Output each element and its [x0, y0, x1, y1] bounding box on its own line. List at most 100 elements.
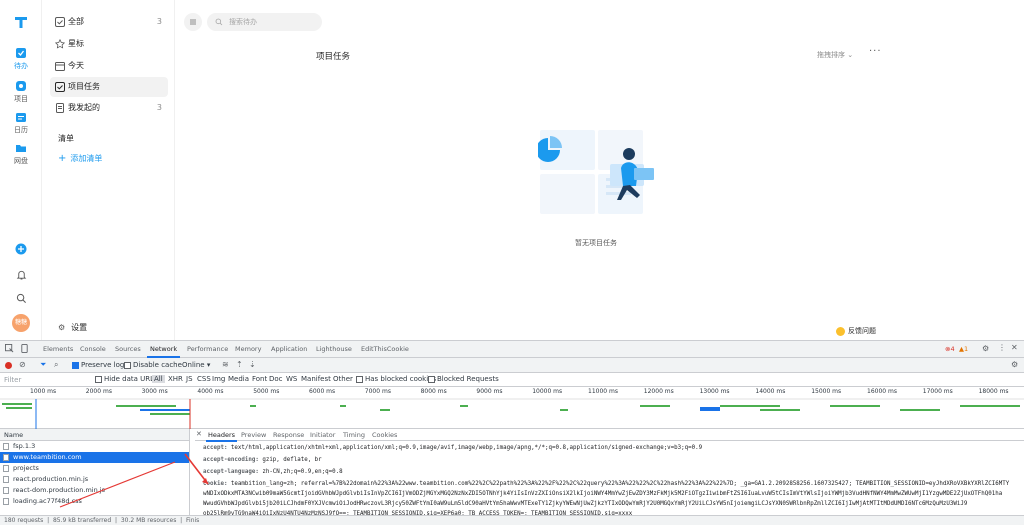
record-icon[interactable] — [5, 362, 12, 369]
star-icon — [55, 39, 65, 49]
wifi-icon[interactable]: ≋ — [222, 360, 229, 369]
rail-item-label: 网盘 — [14, 157, 28, 165]
disable-cache-checkbox[interactable]: Disable cache — [124, 361, 182, 369]
request-detail: ✕ Headers Preview Response Initiator Tim… — [195, 429, 1024, 517]
gear-icon: ⚙ — [58, 323, 66, 332]
rail-item-calendar[interactable]: 日历 — [0, 111, 42, 135]
empty-state-text: 暂无项目任务 — [575, 239, 617, 247]
tab-initiator[interactable]: Initiator — [310, 431, 335, 439]
rail-item-todo[interactable]: 待办 — [0, 44, 42, 74]
filter-icon[interactable]: ⏷ — [40, 360, 46, 370]
item-count: 3 — [156, 17, 162, 26]
devtools-settings-icon[interactable]: ⚙ — [982, 344, 989, 353]
error-count[interactable]: ⊗4 — [945, 345, 955, 353]
type-font[interactable]: Font — [252, 375, 267, 383]
upload-icon[interactable]: ⇡ — [236, 360, 243, 369]
add-list-button[interactable]: + 添加清单 — [58, 153, 102, 164]
sort-dropdown[interactable]: 拖拽排序 ⌄ — [817, 50, 853, 60]
tab-editthiscookie[interactable]: EditThisCookie — [361, 345, 409, 353]
tab-lighthouse[interactable]: Lighthouse — [316, 345, 352, 353]
page-title: 项目任务 — [316, 52, 351, 62]
sidebar-item-label: 全部 — [68, 17, 84, 26]
resources-size: 30.2 MB resources — [120, 517, 177, 524]
plus-icon: + — [58, 153, 67, 164]
settings-button[interactable]: ⚙ 设置 — [58, 322, 87, 333]
tab-application[interactable]: Application — [271, 345, 307, 353]
sidebar-item-today[interactable]: 今天 — [50, 56, 168, 76]
sidebar-item-created-by-me[interactable]: 我发起的 3 — [50, 98, 168, 118]
rail-item-project[interactable]: 项目 — [0, 80, 42, 104]
notifications-button[interactable] — [0, 265, 42, 284]
close-icon[interactable]: ✕ — [1011, 343, 1018, 352]
tab-memory[interactable]: Memory — [235, 345, 261, 353]
empty-state-illustration — [538, 130, 654, 214]
devtools-more-icon[interactable]: ⋮ — [998, 343, 1006, 352]
type-ws[interactable]: WS — [286, 375, 297, 383]
sidebar-item-all[interactable]: 全部 3 — [50, 12, 168, 32]
calendar-icon — [16, 113, 26, 122]
network-overview[interactable]: 1000 ms 2000 ms 3000 ms 4000 ms 5000 ms 6000 … — [0, 387, 1024, 429]
request-count: 180 requests — [4, 517, 44, 524]
clear-icon[interactable]: ⊘ — [19, 360, 26, 369]
tab-performance[interactable]: Performance — [187, 345, 228, 353]
tab-sources[interactable]: Sources — [115, 345, 141, 353]
sidebar-item-starred[interactable]: 星标 — [50, 34, 168, 54]
network-settings-icon[interactable]: ⚙ — [1011, 360, 1018, 369]
menu-toggle-button[interactable] — [184, 13, 202, 31]
type-other[interactable]: Other — [333, 375, 353, 383]
device-toggle-icon[interactable] — [20, 344, 29, 355]
plus-circle-icon — [15, 243, 27, 255]
sidebar-item-label: 星标 — [68, 39, 84, 48]
rail-item-drive[interactable]: 网盘 — [0, 142, 42, 166]
rail-item-label: 项目 — [14, 95, 28, 103]
type-xhr[interactable]: XHR — [168, 375, 183, 383]
teambition-logo[interactable] — [13, 14, 29, 30]
more-button[interactable]: ··· — [869, 46, 882, 57]
check-square-icon — [16, 48, 26, 58]
folder-icon — [16, 145, 26, 152]
bell-icon — [16, 270, 26, 280]
type-doc[interactable]: Doc — [269, 375, 283, 383]
inspect-icon[interactable] — [5, 344, 14, 355]
preserve-log-checkbox[interactable]: Preserve log — [72, 361, 124, 369]
tab-response[interactable]: Response — [273, 431, 304, 439]
type-css[interactable]: CSS — [197, 375, 211, 383]
sidebar-item-project-tasks[interactable]: 项目任务 — [50, 77, 168, 97]
avatar[interactable]: 糖糖 — [12, 314, 30, 332]
type-media[interactable]: Media — [228, 375, 249, 383]
tab-cookies[interactable]: Cookies — [372, 431, 397, 439]
type-all[interactable]: All — [152, 375, 165, 383]
tab-console[interactable]: Console — [80, 345, 106, 353]
feedback-label: 反馈问题 — [848, 327, 876, 335]
hide-data-urls-checkbox[interactable]: Hide data URLs — [95, 375, 158, 383]
blocked-requests-checkbox[interactable]: Blocked Requests — [428, 375, 499, 383]
add-button[interactable] — [0, 240, 42, 259]
search-icon[interactable]: ⌕ — [54, 360, 58, 370]
project-icon — [16, 81, 26, 91]
network-toolbar: ⊘ ⏷ ⌕ Preserve log Disable cache Online … — [0, 358, 1024, 373]
section-title-lists: 清单 — [58, 134, 74, 143]
feedback-button[interactable]: 反馈问题 — [836, 326, 876, 336]
search-input[interactable]: 搜索待办 — [207, 13, 322, 31]
checkbox-icon — [55, 17, 65, 27]
warning-count[interactable]: ▲1 — [959, 345, 968, 353]
settings-label: 设置 — [71, 323, 88, 332]
calendar-day-icon — [55, 62, 65, 71]
smile-icon — [836, 326, 845, 336]
sidebar-item-label: 项目任务 — [68, 82, 100, 91]
detail-tabbar: ✕ Headers Preview Response Initiator Tim… — [195, 429, 1024, 442]
network-requests-area: Name fsp.1.3 www.teambition.com projects… — [0, 429, 1024, 517]
tab-timing[interactable]: Timing — [343, 431, 365, 439]
type-manifest[interactable]: Manifest — [301, 375, 331, 383]
has-blocked-cookies-checkbox[interactable]: Has blocked cookies — [356, 375, 436, 383]
type-js[interactable]: JS — [186, 375, 193, 383]
project-task-icon — [55, 82, 65, 92]
type-img[interactable]: Img — [212, 375, 225, 383]
app-window: 待办 项目 日历 网盘 糖糖 全部 3 星标 今天 项目任务 我发起的 3 清单… — [0, 0, 1024, 340]
throttle-select[interactable]: Online ▾ — [182, 361, 210, 369]
tab-elements[interactable]: Elements — [43, 345, 73, 353]
search-button[interactable] — [0, 289, 42, 308]
download-icon[interactable]: ⇣ — [249, 360, 256, 369]
tab-network[interactable]: Network — [146, 345, 181, 358]
filter-input[interactable]: Filter — [4, 376, 21, 384]
